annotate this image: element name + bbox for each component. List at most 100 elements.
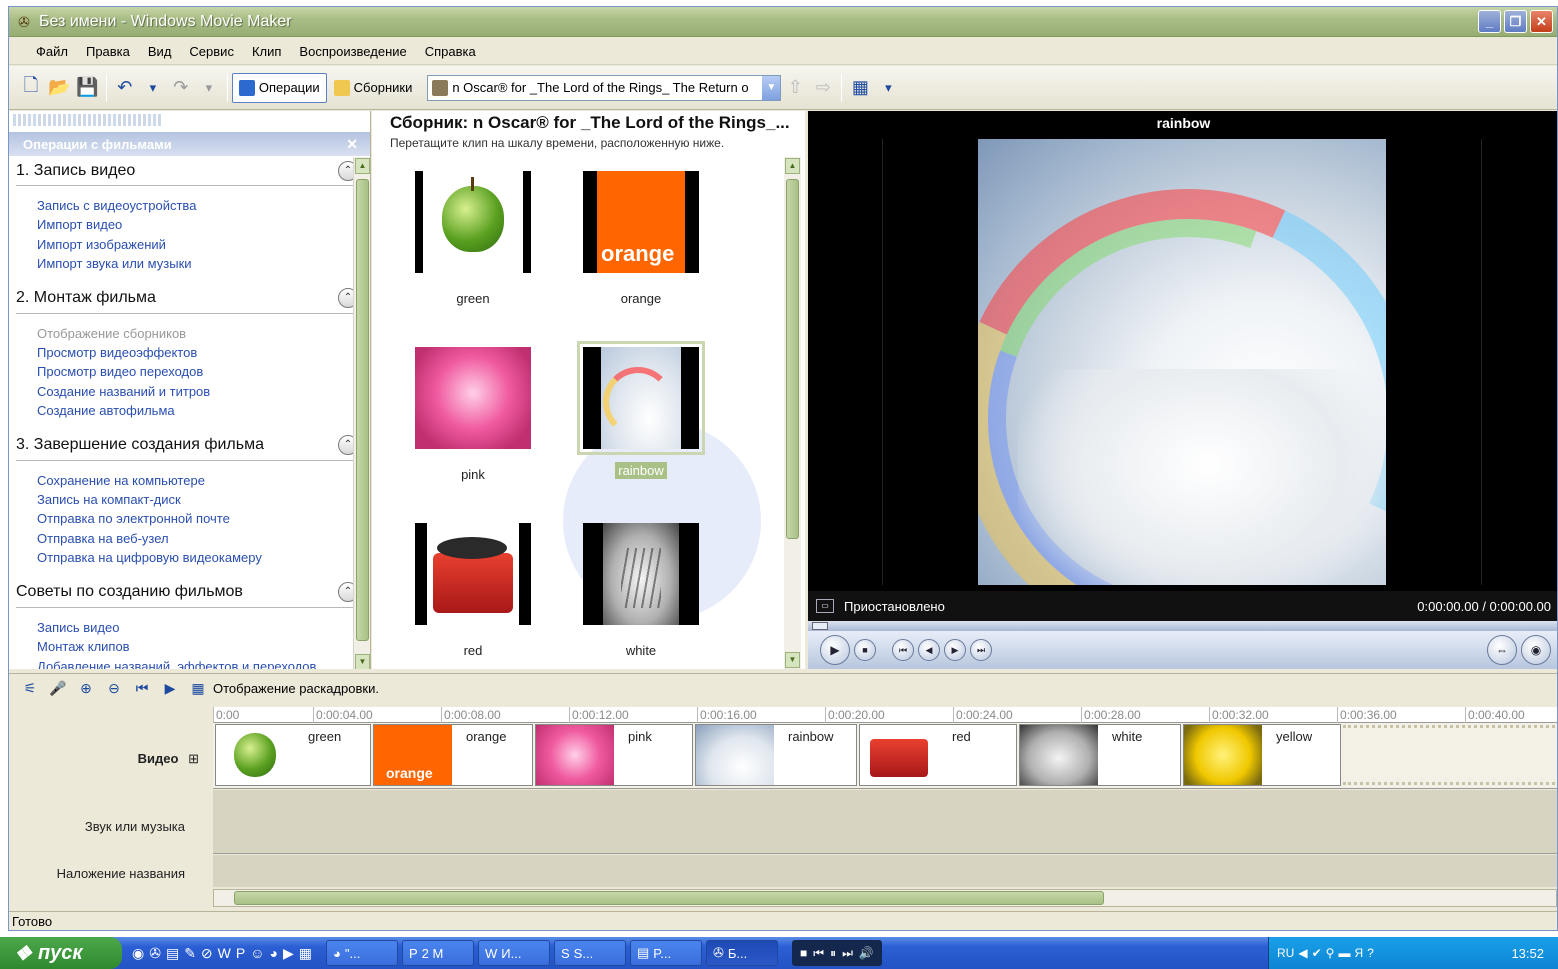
narrate-microphone-icon[interactable]: 🎤 (45, 680, 71, 697)
task-link[interactable]: Сохранение на компьютере (37, 471, 358, 490)
task-link[interactable]: Импорт видео (37, 215, 358, 234)
zoom-in-icon[interactable]: ⊕ (73, 680, 99, 697)
word-icon[interactable]: W (218, 945, 231, 962)
scroll-thumb[interactable] (356, 179, 369, 641)
set-audio-levels-icon[interactable]: ⚟ (17, 680, 43, 697)
taskbar-app-firefox[interactable]: ◕ "... (326, 940, 398, 966)
task-link[interactable]: Отправка по электронной почте (37, 509, 358, 528)
video-track[interactable]: green orange orange pink rainbow red whi… (213, 723, 1557, 789)
undo-dropdown-icon[interactable]: ▾ (142, 74, 164, 102)
clip-item[interactable]: orange orange (576, 171, 706, 306)
back-arrow-icon[interactable]: ◀ (1298, 946, 1307, 960)
help-icon[interactable]: ? (1367, 946, 1374, 960)
language-indicator[interactable]: RU (1277, 946, 1294, 960)
task-link[interactable]: Создание названий и титров (37, 382, 358, 401)
rewind-timeline-icon[interactable]: ⏮ (129, 680, 155, 697)
stop-icon[interactable]: ■ (800, 946, 807, 960)
section-header[interactable]: 1. Запись видео ⌃ (16, 156, 358, 186)
menu-help[interactable]: Справка (416, 44, 485, 59)
menu-view[interactable]: Вид (139, 44, 181, 59)
menu-clip[interactable]: Клип (243, 44, 290, 59)
opera-icon[interactable]: ⊘ (201, 945, 213, 962)
new-collection-icon[interactable]: ⇨ (812, 74, 834, 102)
task-link[interactable]: Отображение сборников (37, 324, 358, 343)
minimize-button[interactable]: _ (1478, 10, 1501, 33)
snapshot-camera-icon[interactable]: ◉ (1521, 635, 1551, 665)
zoom-out-icon[interactable]: ⊖ (101, 680, 127, 697)
menu-tools[interactable]: Сервис (180, 44, 243, 59)
timeline-clip[interactable]: yellow (1183, 724, 1341, 786)
collections-button[interactable]: Сборники (327, 73, 420, 103)
back-icon[interactable]: ◀ (918, 639, 940, 661)
close-button[interactable]: ✕ (1530, 10, 1553, 33)
antivirus-icon[interactable]: ✔ (1312, 946, 1322, 960)
task-link[interactable]: Импорт звука или музыки (37, 254, 358, 273)
previous-icon[interactable]: ⏮ (813, 946, 824, 961)
scroll-up-icon[interactable]: ▲ (785, 158, 800, 174)
printer-icon[interactable]: ▤ (166, 945, 179, 962)
play-timeline-icon[interactable]: ▶ (157, 680, 183, 697)
undo-icon[interactable]: ↶ (114, 74, 136, 102)
timeline-clip[interactable]: pink (535, 724, 693, 786)
section-header[interactable]: Советы по созданию фильмов ⌃ (16, 578, 358, 608)
restore-button[interactable]: ❐ (1504, 10, 1527, 33)
next-frame-icon[interactable]: ⏭ (970, 639, 992, 661)
timeline-clip[interactable]: green (215, 724, 371, 786)
next-icon[interactable]: ⏭ (842, 946, 853, 961)
new-file-icon[interactable]: 🗋 (20, 74, 42, 102)
save-icon[interactable]: 💾 (76, 74, 98, 102)
previous-frame-icon[interactable]: ⏮ (892, 639, 914, 661)
scroll-down-icon[interactable]: ▼ (355, 654, 370, 669)
close-icon[interactable]: ✕ (346, 136, 358, 153)
messenger-icon[interactable]: ☺ (250, 945, 264, 962)
scroll-up-icon[interactable]: ▲ (355, 158, 370, 174)
menu-file[interactable]: Файл (27, 44, 77, 59)
clip-item[interactable]: white (576, 523, 706, 658)
yandex-icon[interactable]: Я (1354, 946, 1363, 960)
operations-button[interactable]: Операции (231, 72, 327, 103)
pause-icon[interactable]: ⏸ (830, 946, 836, 961)
scroll-thumb[interactable] (786, 179, 799, 539)
timeline-clip[interactable]: orange orange (373, 724, 533, 786)
timeline-clip[interactable]: rainbow (695, 724, 857, 786)
redo-dropdown-icon[interactable]: ▾ (198, 74, 220, 102)
task-link[interactable]: Просмотр видеоэффектов (37, 343, 358, 362)
network-icon[interactable]: ⚲ (1326, 946, 1335, 960)
taskbar-app-paint[interactable]: ▤ P... (630, 940, 702, 966)
section-header[interactable]: 3. Завершение создания фильма ⌃ (16, 431, 358, 461)
section-header[interactable]: 2. Монтаж фильма ⌃ (16, 284, 358, 314)
scroll-down-icon[interactable]: ▼ (785, 652, 800, 668)
show-storyboard-button[interactable]: Отображение раскадровки. (213, 681, 379, 696)
forward-icon[interactable]: ▶ (944, 639, 966, 661)
split-clip-icon[interactable]: ⇔ (1487, 635, 1517, 665)
seek-handle[interactable] (812, 622, 828, 630)
views-dropdown-icon[interactable]: ▾ (877, 74, 899, 102)
task-link[interactable]: Отправка на веб-узел (37, 529, 358, 548)
views-icon[interactable]: ▦ (849, 74, 871, 102)
seek-bar[interactable] (808, 621, 1557, 631)
taskbar-app-powerpoint[interactable]: P2 M (402, 940, 474, 966)
task-link[interactable]: Импорт изображений (37, 235, 358, 254)
collection-scrollbar[interactable]: ▲ ▼ (784, 157, 801, 669)
timeline-clip[interactable]: red (859, 724, 1017, 786)
timeline-ruler[interactable]: 0:00 0:00:04.00 0:00:08.00 0:00:12.00 0:… (213, 707, 1557, 723)
taskbar-app-word[interactable]: W И... (478, 940, 550, 966)
clip-item-selected[interactable]: rainbow (576, 341, 706, 479)
task-link[interactable]: Просмотр видео переходов (37, 362, 358, 381)
clip-item[interactable]: red (408, 523, 538, 658)
stop-icon[interactable]: ■ (854, 639, 876, 661)
open-folder-icon[interactable]: 📂 (48, 74, 70, 102)
tasks-scrollbar[interactable]: ▲ ▼ (353, 157, 370, 669)
task-link[interactable]: Запись видео (37, 618, 358, 637)
pane-grip[interactable] (13, 114, 163, 126)
movie-maker-icon[interactable]: ✇ (149, 945, 161, 962)
volume-icon[interactable]: 🔊 (859, 946, 874, 960)
task-link[interactable]: Запись с видеоустройства (37, 196, 358, 215)
calendar-icon[interactable]: ▦ (299, 945, 312, 962)
title-bar[interactable]: ✇ Без имени - Windows Movie Maker _ ❐ ✕ (9, 7, 1557, 37)
menu-playback[interactable]: Воспроизведение (290, 44, 415, 59)
up-level-icon[interactable]: ⇧ (784, 74, 806, 102)
audio-track[interactable] (213, 790, 1557, 854)
flag-icon[interactable]: ▬ (1338, 946, 1350, 960)
storyboard-icon[interactable]: ▦ (185, 680, 211, 697)
